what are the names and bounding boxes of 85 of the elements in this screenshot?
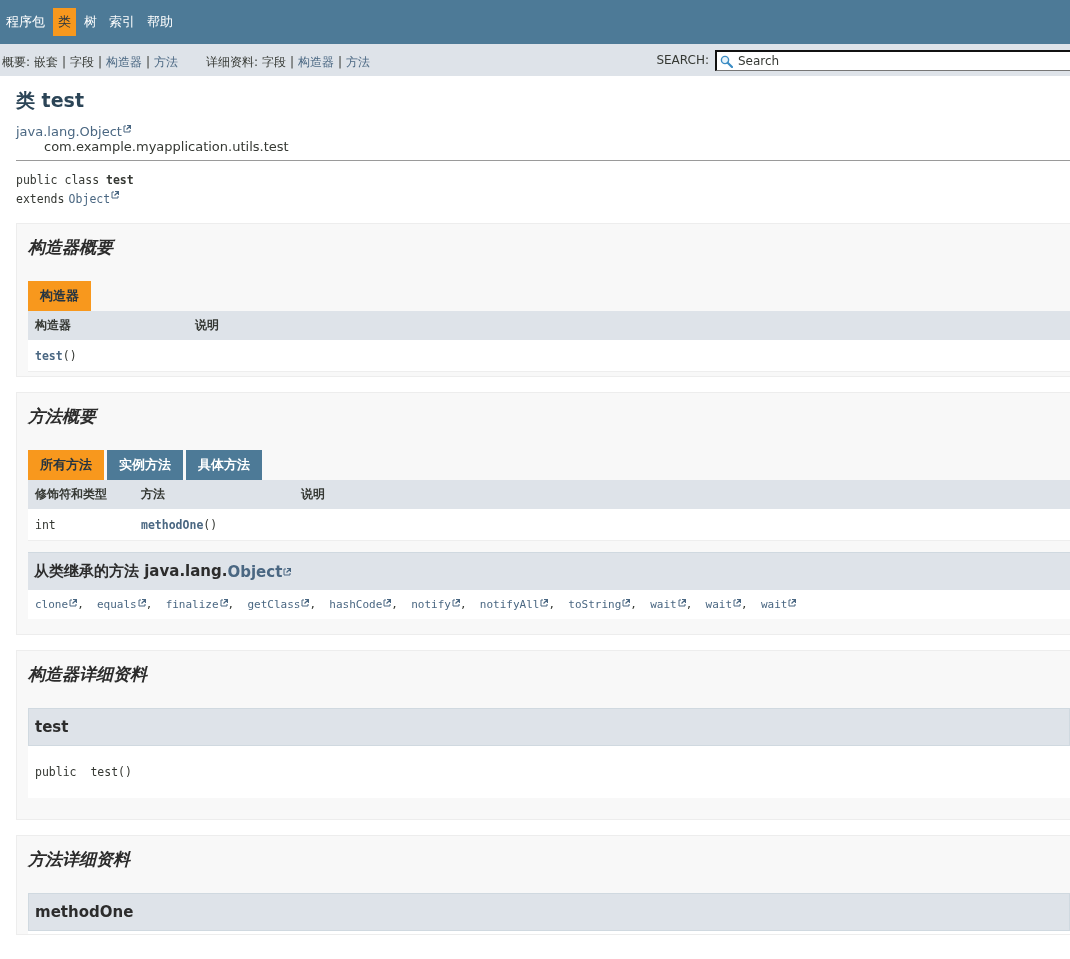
table-tab[interactable]: 构造器 xyxy=(28,281,91,311)
method-link[interactable]: wait xyxy=(705,598,733,611)
nav-tab[interactable]: 帮助 xyxy=(143,8,177,36)
nav-tab[interactable]: 程序包 xyxy=(2,8,49,36)
comma: , xyxy=(145,598,153,611)
external-link-icon xyxy=(540,599,549,607)
subnav-label: 概要: xyxy=(2,53,31,71)
method-link[interactable]: wait xyxy=(650,598,677,611)
table-cell-text: int xyxy=(34,517,57,532)
column-header: 说明 xyxy=(194,317,220,334)
member-heading: test xyxy=(28,708,1070,746)
comma: , xyxy=(685,598,693,611)
member-link[interactable]: methodOne xyxy=(141,518,204,532)
external-link-icon xyxy=(383,599,392,607)
subnav-link[interactable]: 构造器 xyxy=(105,53,142,71)
section-heading: 构造器概要 xyxy=(28,236,1070,259)
page-title: 类 test xyxy=(16,88,85,113)
subnav-label: 详细资料: xyxy=(206,53,259,71)
inherited-heading: 从类继承的方法 java.lang. xyxy=(34,562,228,581)
subnav-link[interactable]: 方法 xyxy=(346,53,370,71)
search-label: SEARCH: xyxy=(656,53,709,67)
section-heading: 方法详细资料 xyxy=(28,848,132,871)
section-heading: 方法概要 xyxy=(28,405,1070,428)
comma: , xyxy=(741,598,748,611)
external-link-icon xyxy=(622,599,631,607)
column-header: 方法 xyxy=(140,486,166,503)
method-link[interactable]: clone xyxy=(35,598,69,611)
search-field[interactable]: Search xyxy=(715,49,1070,71)
method-link[interactable]: toString xyxy=(568,598,622,611)
comma: , xyxy=(630,598,637,611)
separator: | xyxy=(289,55,294,69)
separator: | xyxy=(337,55,342,69)
class-declaration: public class test xyxy=(16,172,135,189)
column-header: 说明 xyxy=(300,486,326,503)
comma: , xyxy=(227,598,235,611)
method-link[interactable]: wait xyxy=(760,598,788,611)
subnav-link: 字段 xyxy=(69,53,94,71)
external-link-icon xyxy=(122,125,131,133)
comma: , xyxy=(77,598,84,611)
nav-tab[interactable]: 树 xyxy=(80,8,101,36)
subnav-link[interactable]: 构造器 xyxy=(297,53,334,71)
external-link-icon xyxy=(733,599,742,607)
method-link[interactable]: hashCode xyxy=(329,598,383,611)
external-link-icon xyxy=(788,599,797,607)
external-link-icon xyxy=(451,599,460,607)
class-name: com.example.myapplication.utils.test xyxy=(44,139,289,154)
extends-label: extends xyxy=(16,192,65,206)
comma: , xyxy=(459,598,467,611)
external-link-icon xyxy=(111,191,120,199)
method-link[interactable]: getClass xyxy=(247,598,301,611)
external-link-icon xyxy=(137,599,146,607)
table-tab[interactable]: 实例方法 xyxy=(107,450,183,480)
external-link-icon xyxy=(301,599,310,607)
superclass-link[interactable]: java.lang.Object xyxy=(16,124,122,139)
subnav-link[interactable]: 方法 xyxy=(154,53,178,71)
member-link[interactable]: test xyxy=(35,349,63,363)
external-link-icon xyxy=(69,599,78,607)
nav-tab[interactable]: 类 xyxy=(53,8,76,36)
subnav-link: 字段 xyxy=(261,53,286,71)
comma: , xyxy=(391,598,398,611)
parameter-list: () xyxy=(62,349,77,363)
external-link-icon xyxy=(283,568,292,576)
separator: | xyxy=(61,55,66,69)
column-header: 构造器 xyxy=(34,317,72,334)
separator: | xyxy=(145,55,150,69)
method-link[interactable]: finalize xyxy=(165,598,219,611)
method-link[interactable]: notifyAll xyxy=(479,598,540,611)
superclass-link[interactable]: Object xyxy=(227,562,283,581)
table-tab[interactable]: 具体方法 xyxy=(186,450,262,480)
separator: | xyxy=(97,55,102,69)
external-link-icon xyxy=(219,599,228,607)
method-link[interactable]: equals xyxy=(97,598,137,611)
comma: , xyxy=(309,598,317,611)
parameter-list: () xyxy=(203,518,218,532)
comma: , xyxy=(548,598,556,611)
nav-tab[interactable]: 索引 xyxy=(105,8,139,36)
member-signature: public test() xyxy=(35,765,132,779)
section-heading: 构造器详细资料 xyxy=(28,663,149,686)
column-header: 修饰符和类型 xyxy=(34,486,108,503)
method-link[interactable]: notify xyxy=(411,598,451,611)
external-link-icon xyxy=(677,599,686,607)
subnav-link: 嵌套 xyxy=(33,53,58,71)
superclass-link[interactable]: Object xyxy=(68,192,111,206)
table-tab[interactable]: 所有方法 xyxy=(28,450,104,480)
member-heading: methodOne xyxy=(28,893,1070,931)
